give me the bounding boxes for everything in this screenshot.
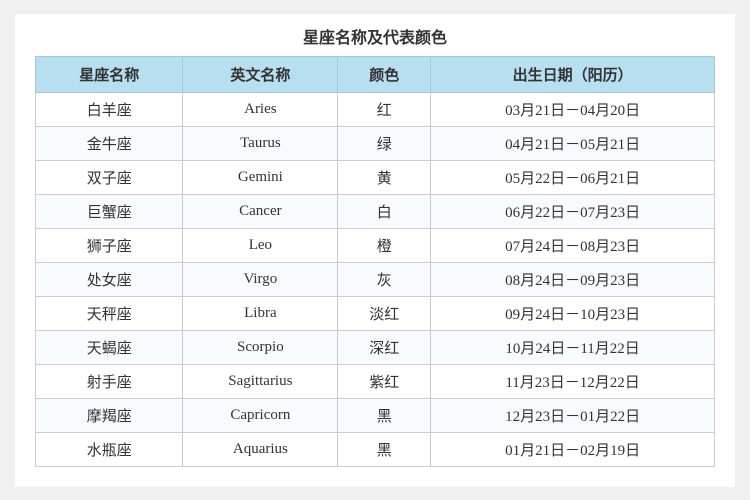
table-row: 白羊座Aries红03月21日－04月20日 [36, 92, 715, 126]
table-body: 白羊座Aries红03月21日－04月20日金牛座Taurus绿04月21日－0… [36, 92, 715, 466]
page-title: 星座名称及代表颜色 [35, 24, 715, 48]
col-header-english: 英文名称 [183, 56, 338, 92]
cell-dates: 04月21日－05月21日 [431, 126, 715, 160]
cell-dates: 05月22日－06月21日 [431, 160, 715, 194]
cell-chinese: 双子座 [36, 160, 183, 194]
cell-chinese: 狮子座 [36, 228, 183, 262]
col-header-color: 颜色 [338, 56, 431, 92]
cell-color: 红 [338, 92, 431, 126]
zodiac-table: 星座名称 英文名称 颜色 出生日期（阳历） 白羊座Aries红03月21日－04… [35, 56, 715, 467]
col-header-chinese: 星座名称 [36, 56, 183, 92]
cell-color: 白 [338, 194, 431, 228]
table-row: 天秤座Libra淡红09月24日－10月23日 [36, 296, 715, 330]
table-row: 巨蟹座Cancer白06月22日－07月23日 [36, 194, 715, 228]
cell-dates: 03月21日－04月20日 [431, 92, 715, 126]
cell-color: 黑 [338, 398, 431, 432]
cell-color: 黑 [338, 432, 431, 466]
col-header-dates: 出生日期（阳历） [431, 56, 715, 92]
cell-english: Gemini [183, 160, 338, 194]
table-row: 射手座Sagittarius紫红11月23日－12月22日 [36, 364, 715, 398]
cell-english: Virgo [183, 262, 338, 296]
cell-chinese: 射手座 [36, 364, 183, 398]
cell-color: 淡红 [338, 296, 431, 330]
cell-color: 紫红 [338, 364, 431, 398]
cell-color: 橙 [338, 228, 431, 262]
cell-english: Taurus [183, 126, 338, 160]
table-row: 双子座Gemini黄05月22日－06月21日 [36, 160, 715, 194]
cell-english: Aries [183, 92, 338, 126]
cell-chinese: 白羊座 [36, 92, 183, 126]
cell-chinese: 金牛座 [36, 126, 183, 160]
cell-chinese: 水瓶座 [36, 432, 183, 466]
cell-color: 灰 [338, 262, 431, 296]
cell-english: Scorpio [183, 330, 338, 364]
table-row: 水瓶座Aquarius黑01月21日－02月19日 [36, 432, 715, 466]
cell-color: 深红 [338, 330, 431, 364]
cell-dates: 08月24日－09月23日 [431, 262, 715, 296]
cell-dates: 10月24日－11月22日 [431, 330, 715, 364]
cell-dates: 07月24日－08月23日 [431, 228, 715, 262]
cell-dates: 09月24日－10月23日 [431, 296, 715, 330]
table-row: 金牛座Taurus绿04月21日－05月21日 [36, 126, 715, 160]
cell-english: Libra [183, 296, 338, 330]
table-header-row: 星座名称 英文名称 颜色 出生日期（阳历） [36, 56, 715, 92]
cell-chinese: 天秤座 [36, 296, 183, 330]
cell-dates: 06月22日－07月23日 [431, 194, 715, 228]
table-row: 狮子座Leo橙07月24日－08月23日 [36, 228, 715, 262]
cell-dates: 01月21日－02月19日 [431, 432, 715, 466]
cell-dates: 11月23日－12月22日 [431, 364, 715, 398]
main-container: 星座名称及代表颜色 星座名称 英文名称 颜色 出生日期（阳历） 白羊座Aries… [15, 14, 735, 487]
table-row: 处女座Virgo灰08月24日－09月23日 [36, 262, 715, 296]
table-row: 摩羯座Capricorn黑12月23日－01月22日 [36, 398, 715, 432]
cell-chinese: 巨蟹座 [36, 194, 183, 228]
cell-color: 黄 [338, 160, 431, 194]
cell-english: Capricorn [183, 398, 338, 432]
cell-english: Leo [183, 228, 338, 262]
cell-english: Sagittarius [183, 364, 338, 398]
cell-english: Aquarius [183, 432, 338, 466]
table-row: 天蝎座Scorpio深红10月24日－11月22日 [36, 330, 715, 364]
cell-color: 绿 [338, 126, 431, 160]
cell-chinese: 摩羯座 [36, 398, 183, 432]
cell-chinese: 处女座 [36, 262, 183, 296]
cell-english: Cancer [183, 194, 338, 228]
cell-dates: 12月23日－01月22日 [431, 398, 715, 432]
cell-chinese: 天蝎座 [36, 330, 183, 364]
